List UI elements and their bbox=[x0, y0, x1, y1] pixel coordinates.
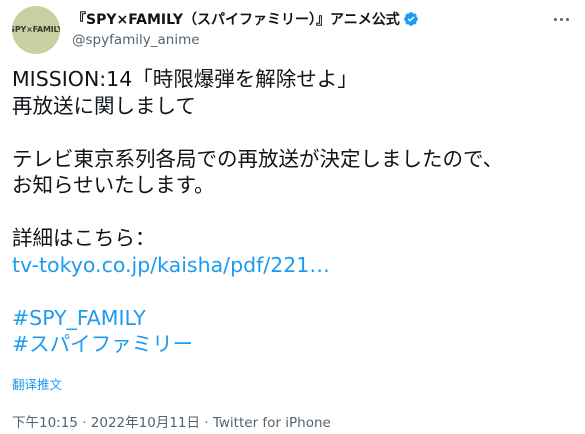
user-names: 『SPY×FAMILY（スパイファミリー）』アニメ公式 @spyfamily_a… bbox=[72, 9, 552, 49]
display-name[interactable]: 『SPY×FAMILY（スパイファミリー）』アニメ公式 bbox=[72, 9, 400, 29]
tweet-line: お知らせいたします。 bbox=[12, 173, 215, 197]
more-options-icon[interactable] bbox=[550, 8, 572, 30]
tweet-text: MISSION:14「時限爆弾を解除せよ」 再放送に関しまして テレビ東京系列各… bbox=[12, 66, 572, 358]
meta-separator: · bbox=[200, 415, 213, 431]
avatar[interactable]: SPY×FAMILY bbox=[12, 6, 60, 54]
tweet-time[interactable]: 下午10:15 bbox=[12, 415, 78, 431]
translate-tweet-link[interactable]: 翻译推文 bbox=[12, 374, 62, 393]
meta-separator: · bbox=[77, 415, 91, 431]
tweet-line: 再放送に関しまして bbox=[12, 93, 196, 118]
tweet-line: 詳細はこちら： bbox=[12, 226, 156, 250]
user-handle[interactable]: @spyfamily_anime bbox=[72, 31, 552, 49]
tweet-card: SPY×FAMILY 『SPY×FAMILY（スパイファミリー）』アニメ公式 @… bbox=[0, 0, 585, 434]
tweet-date[interactable]: 2022年10月11日 bbox=[91, 415, 200, 431]
avatar-logo-text: SPY×FAMILY bbox=[12, 25, 60, 34]
tweet-metadata: 下午10:15 · 2022年10月11日 · Twitter for iPho… bbox=[12, 411, 331, 431]
display-name-row: 『SPY×FAMILY（スパイファミリー）』アニメ公式 bbox=[72, 9, 552, 29]
hashtag-link[interactable]: #スパイファミリー bbox=[12, 331, 572, 358]
tweet-line: MISSION:14「時限爆弾を解除せよ」 bbox=[12, 67, 358, 91]
external-link[interactable]: tv-tokyo.co.jp/kaisha/pdf/221… bbox=[12, 252, 572, 279]
tweet-line: テレビ東京系列各局での再放送が決定しましたので、 bbox=[12, 146, 504, 171]
hashtag-link[interactable]: #SPY_FAMILY bbox=[12, 305, 572, 332]
tweet-header: SPY×FAMILY 『SPY×FAMILY（スパイファミリー）』アニメ公式 @… bbox=[12, 6, 572, 54]
tweet-source[interactable]: Twitter for iPhone bbox=[213, 415, 331, 431]
verified-badge-icon bbox=[403, 12, 418, 26]
